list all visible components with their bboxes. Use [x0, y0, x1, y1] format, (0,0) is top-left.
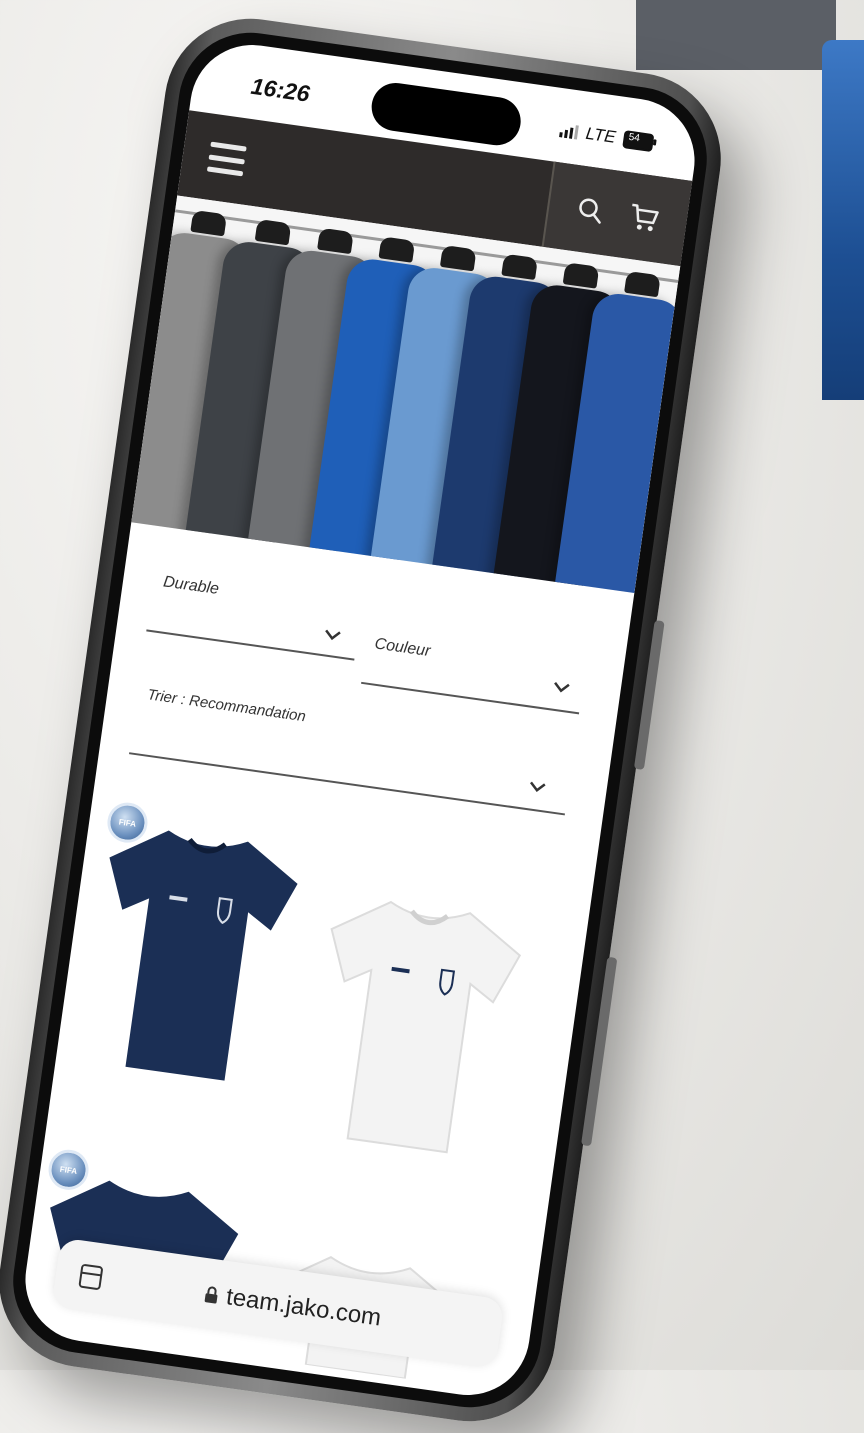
- navy-tshirt-image: [109, 830, 298, 1081]
- phone-frame: 16:26 LTE 54 Durable Couleur Trier: Rec…: [0, 7, 732, 1433]
- chevron-down-icon: [529, 781, 546, 793]
- filter-color-label: Couleur: [373, 635, 432, 661]
- battery-icon: 54: [622, 130, 655, 153]
- filter-color-underline: [361, 681, 580, 715]
- network-label: LTE: [584, 123, 617, 147]
- white-tshirt-image: [330, 900, 522, 1154]
- url-text: team.jako.com: [224, 1283, 383, 1332]
- status-time: 16:26: [249, 72, 312, 107]
- hamburger-menu-icon[interactable]: [206, 141, 247, 177]
- cart-icon[interactable]: [627, 202, 661, 234]
- lock-icon: [204, 1286, 218, 1304]
- tabs-icon[interactable]: [76, 1260, 106, 1293]
- phone-mockup: 16:26 LTE 54 Durable Couleur Trier: Rec…: [0, 0, 864, 1433]
- chevron-down-icon: [325, 629, 341, 641]
- battery-level: 54: [627, 131, 641, 145]
- phone-screen: 16:26 LTE 54 Durable Couleur Trier: Rec…: [17, 37, 703, 1403]
- search-icon[interactable]: [576, 195, 605, 224]
- status-indicators: LTE 54: [559, 120, 655, 153]
- signal-icon: [559, 123, 579, 140]
- chevron-down-icon: [554, 682, 570, 693]
- url-display[interactable]: team.jako.com: [203, 1280, 383, 1333]
- filter-durable-label: Durable: [162, 573, 220, 598]
- sort-label: Trier : Recommandation: [146, 686, 307, 726]
